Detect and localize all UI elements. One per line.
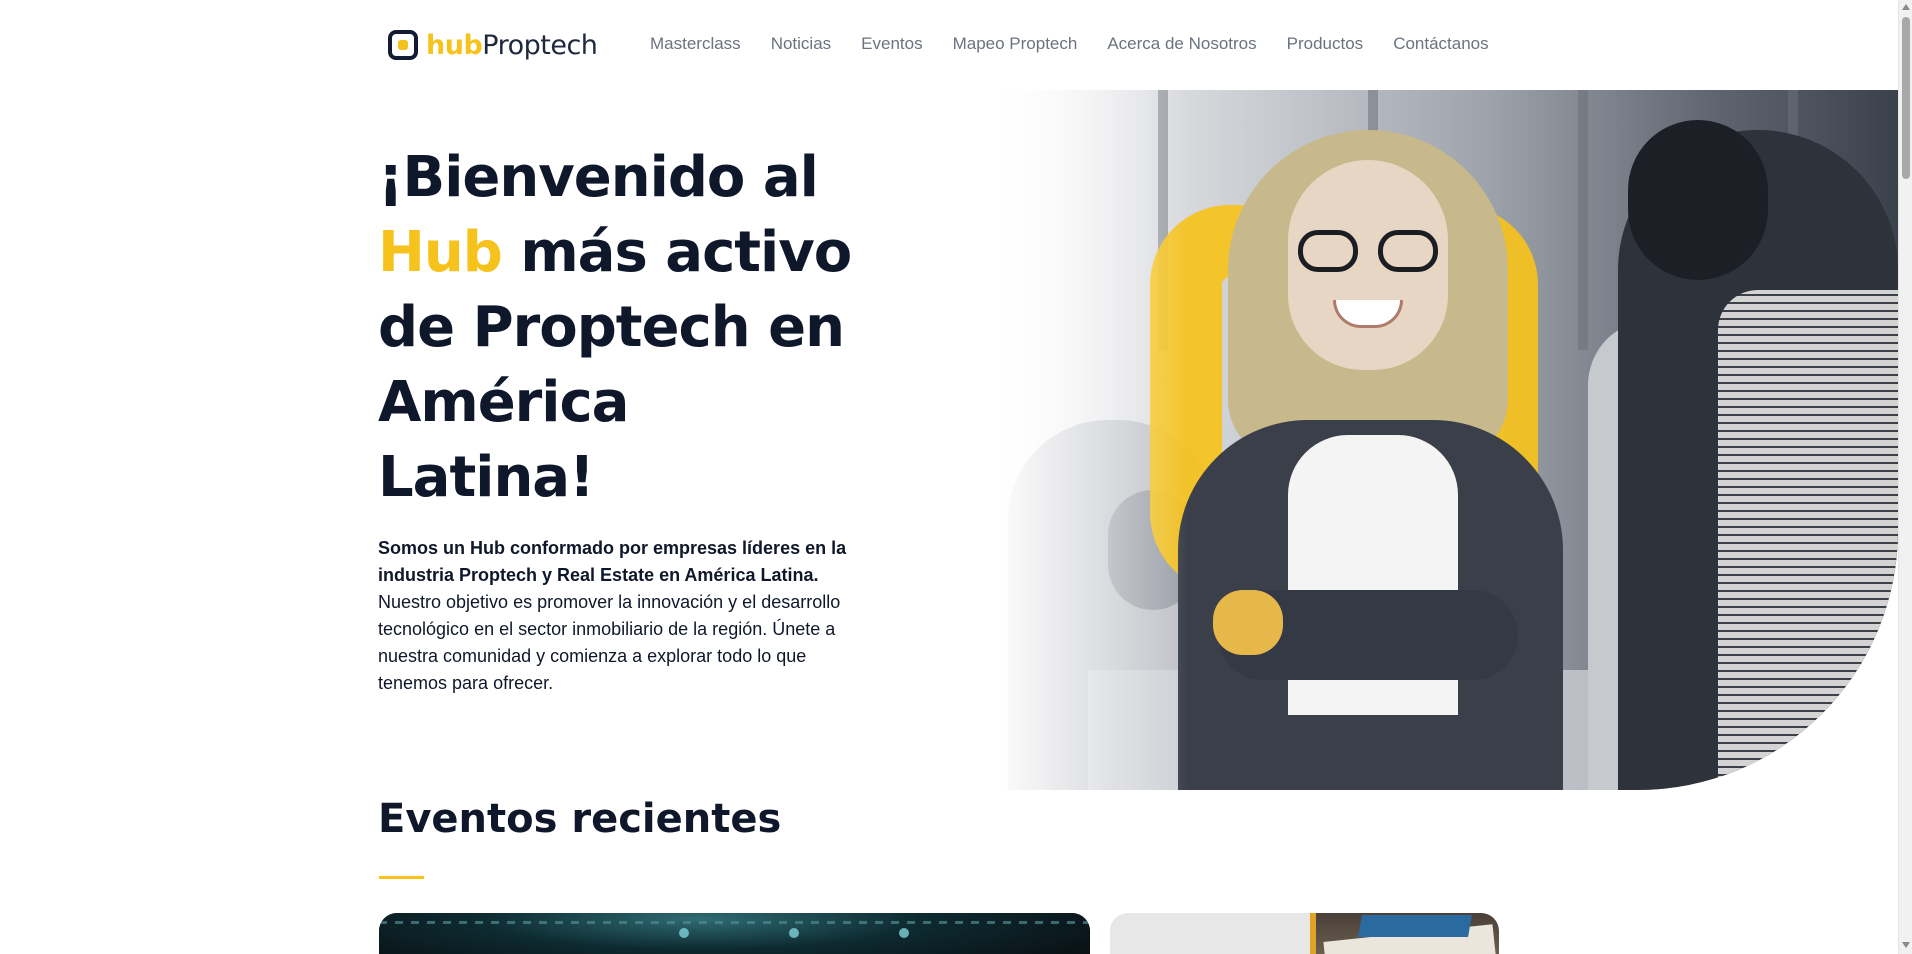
scrollbar-thumb[interactable]	[1902, 17, 1910, 179]
nav-link-productos[interactable]: Productos	[1287, 34, 1364, 54]
main-nav: Masterclass Noticias Eventos Mapeo Propt…	[650, 34, 1489, 54]
hero-lead: Somos un Hub conformado por empresas líd…	[378, 538, 847, 585]
nav-link-contactanos[interactable]: Contáctanos	[1393, 34, 1488, 54]
nav-link-masterclass[interactable]: Masterclass	[650, 34, 741, 54]
stage-truss	[379, 921, 1090, 924]
image-fade	[988, 90, 1188, 790]
events-title-underline	[379, 876, 424, 879]
nav-link-eventos[interactable]: Eventos	[861, 34, 922, 54]
events-section-title: Eventos recientes	[378, 796, 782, 842]
event-stage-image	[379, 913, 1090, 954]
page: hub Proptech Masterclass Noticias Evento…	[0, 0, 1898, 954]
checkered-shirt	[1718, 290, 1898, 790]
chevron-up-icon[interactable]	[1902, 4, 1910, 10]
hero-title: ¡Bienvenido al Hub más activo de Proptech…	[378, 140, 858, 515]
background-person-head	[1628, 120, 1768, 280]
hero-title-accent: Hub	[378, 220, 503, 285]
stage-light	[789, 928, 799, 938]
chevron-down-icon[interactable]	[1902, 942, 1910, 948]
nav-link-acerca-de-nosotros[interactable]: Acerca de Nosotros	[1107, 34, 1256, 54]
site-logo[interactable]: hub Proptech	[388, 28, 598, 62]
window-frame	[1578, 90, 1588, 350]
hero-image	[988, 90, 1898, 790]
glasses	[1298, 230, 1438, 274]
hub-logo-icon	[388, 30, 418, 60]
event-card[interactable]	[1110, 913, 1499, 954]
logo-hub-text: hub	[426, 29, 483, 61]
event-card[interactable]	[379, 913, 1090, 954]
logo-proptech-text: Proptech	[482, 29, 598, 61]
stage-light	[899, 928, 909, 938]
stage-light	[679, 928, 689, 938]
nav-link-mapeo-proptech[interactable]: Mapeo Proptech	[953, 34, 1078, 54]
page-scrollbar[interactable]	[1898, 0, 1912, 954]
hand	[1213, 590, 1283, 655]
hero-description: Somos un Hub conformado por empresas líd…	[378, 535, 848, 697]
hero-body: Nuestro objetivo es promover la innovaci…	[378, 592, 841, 693]
blue-book	[1358, 915, 1472, 937]
hero-title-start: ¡Bienvenido al	[378, 145, 819, 210]
site-header: hub Proptech Masterclass Noticias Evento…	[0, 0, 1898, 90]
nav-link-noticias[interactable]: Noticias	[771, 34, 831, 54]
